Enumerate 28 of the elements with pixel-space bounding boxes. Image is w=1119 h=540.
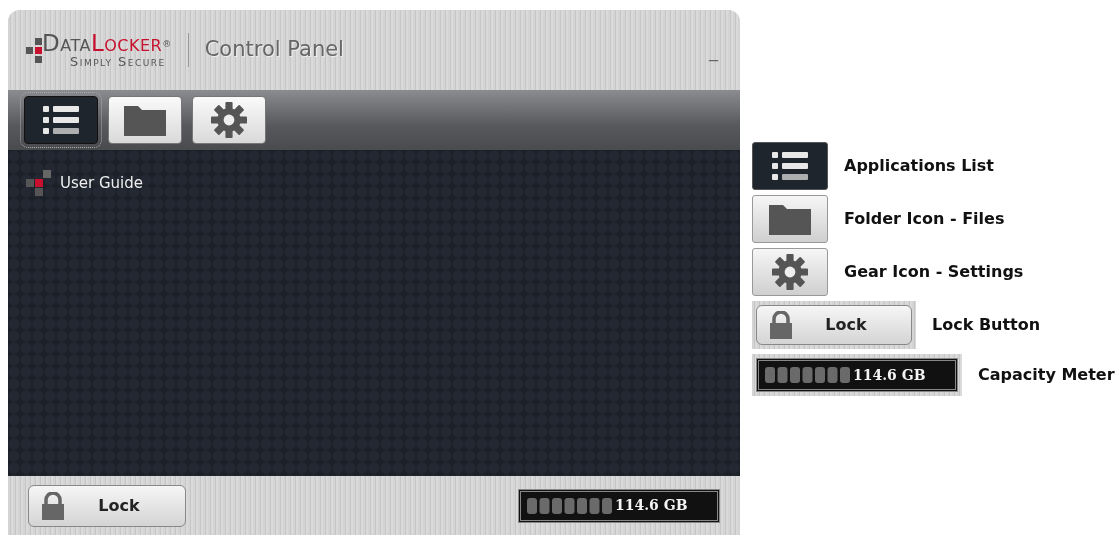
capacity-reading: 114.6 GB [615, 496, 688, 515]
lock-button-sample[interactable]: Lock [756, 305, 912, 345]
application-item[interactable]: User Guide [26, 170, 143, 196]
legend-label: Gear Icon - Settings [844, 261, 1024, 283]
minimize-button[interactable]: _ [705, 36, 722, 64]
folder-tab[interactable] [108, 96, 182, 144]
settings-icon [211, 102, 247, 138]
legend-label: Folder Icon - Files [844, 208, 1005, 230]
logo-tagline: Simply Secure [70, 55, 167, 68]
logo-icon [26, 37, 42, 63]
settings-icon [772, 254, 808, 290]
legend-label: Lock Button [932, 314, 1041, 336]
app-icon [26, 170, 52, 196]
meter-segments-icon [765, 367, 850, 383]
lock-button[interactable]: Lock [28, 484, 186, 527]
list-icon [772, 151, 808, 181]
legend-label: Capacity Meter [978, 364, 1115, 386]
window-title: Control Panel [204, 36, 344, 64]
legend-label: Applications List [844, 155, 994, 177]
list-icon [43, 105, 79, 135]
meter-segments-icon [527, 497, 612, 514]
lock-icon [769, 311, 793, 339]
capacity-reading: 114.6 GB [853, 365, 926, 385]
folder-icon [123, 103, 167, 137]
gear-tab[interactable] [192, 96, 266, 144]
lock-icon [41, 491, 65, 520]
logo-wordmark: DataLocker$^{®}$ [42, 32, 172, 55]
folder-icon [768, 202, 812, 236]
